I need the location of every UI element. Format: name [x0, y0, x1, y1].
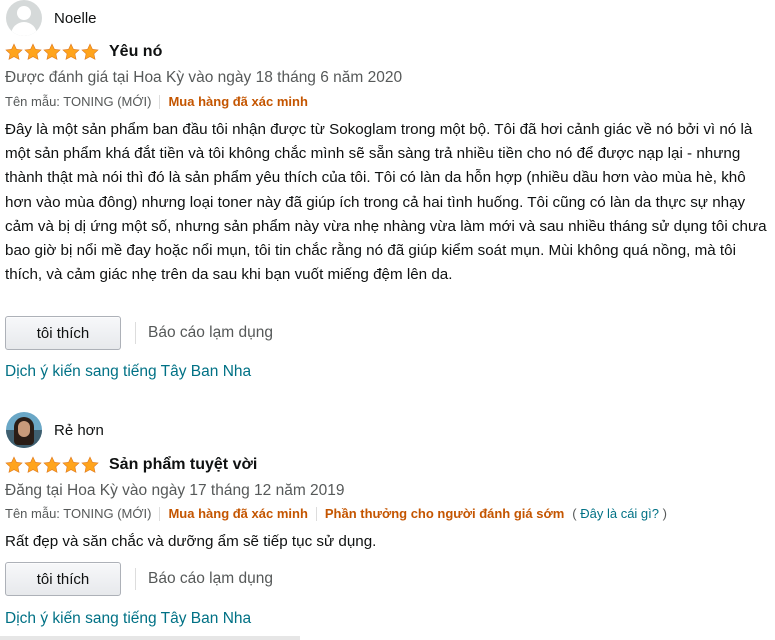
- star-icon: [5, 456, 23, 473]
- review-title[interactable]: Yêu nó: [109, 43, 162, 61]
- rating-row: Yêu nó: [5, 43, 162, 61]
- review-body: Rất đẹp và săn chắc và dưỡng ẩm sẽ tiếp …: [5, 533, 377, 550]
- translate-review-link[interactable]: Dịch ý kiến sang tiếng Tây Ban Nha: [5, 610, 251, 628]
- star-icon: [43, 456, 61, 473]
- divider: [159, 94, 161, 109]
- helpful-button[interactable]: tôi thích: [5, 562, 121, 596]
- early-reviewer-badge[interactable]: Phần thưởng cho người đánh giá sớm: [325, 506, 564, 521]
- reviewer-name[interactable]: Noelle: [54, 10, 97, 27]
- default-user-avatar-icon: [6, 0, 42, 36]
- review-actions: tôi thích Báo cáo lạm dụng: [5, 562, 273, 596]
- model-name[interactable]: Tên mẫu: TONING (MỚI): [5, 506, 151, 521]
- review-title[interactable]: Sản phẩm tuyệt vời: [109, 456, 257, 474]
- review-date: Đăng tại Hoa Kỳ vào ngày 17 tháng 12 năm…: [5, 482, 345, 499]
- star-rating[interactable]: [5, 456, 99, 474]
- star-rating[interactable]: [5, 43, 99, 61]
- verified-purchase-badge[interactable]: Mua hàng đã xác minh: [168, 94, 307, 109]
- divider: [135, 322, 136, 344]
- whats-this-wrapper: ( Đây là cái gì? ): [572, 506, 667, 521]
- report-abuse-link[interactable]: Báo cáo lạm dụng: [148, 570, 273, 588]
- star-icon: [81, 456, 99, 473]
- reviewer-profile[interactable]: Rẻ hơn: [6, 412, 104, 448]
- star-icon: [62, 456, 80, 473]
- user-photo-avatar-icon: [6, 412, 42, 448]
- translate-review-link[interactable]: Dịch ý kiến sang tiếng Tây Ban Nha: [5, 363, 251, 381]
- review-body: Đây là một sản phẩm ban đầu tôi nhận đượ…: [5, 121, 767, 284]
- model-name[interactable]: Tên mẫu: TONING (MỚI): [5, 94, 151, 109]
- review-actions: tôi thích Báo cáo lạm dụng: [5, 316, 273, 350]
- report-abuse-link[interactable]: Báo cáo lạm dụng: [148, 324, 273, 342]
- star-icon: [24, 43, 42, 60]
- reviewer-profile[interactable]: Noelle: [6, 0, 97, 36]
- whats-this-link[interactable]: Đây là cái gì?: [580, 506, 659, 521]
- star-icon: [81, 43, 99, 60]
- divider: [159, 506, 161, 521]
- review-date: Được đánh giá tại Hoa Kỳ vào ngày 18 thá…: [5, 69, 403, 86]
- reviewer-name[interactable]: Rẻ hơn: [54, 422, 104, 439]
- star-icon: [62, 43, 80, 60]
- divider: [0, 636, 300, 640]
- review-meta: Tên mẫu: TONING (MỚI) Mua hàng đã xác mi…: [5, 506, 667, 521]
- star-icon: [5, 43, 23, 60]
- review-meta: Tên mẫu: TONING (MỚI) Mua hàng đã xác mi…: [5, 94, 308, 109]
- verified-purchase-badge[interactable]: Mua hàng đã xác minh: [168, 506, 307, 521]
- helpful-button[interactable]: tôi thích: [5, 316, 121, 350]
- star-icon: [24, 456, 42, 473]
- divider: [135, 568, 136, 590]
- rating-row: Sản phẩm tuyệt vời: [5, 456, 257, 474]
- divider: [315, 506, 317, 521]
- star-icon: [43, 43, 61, 60]
